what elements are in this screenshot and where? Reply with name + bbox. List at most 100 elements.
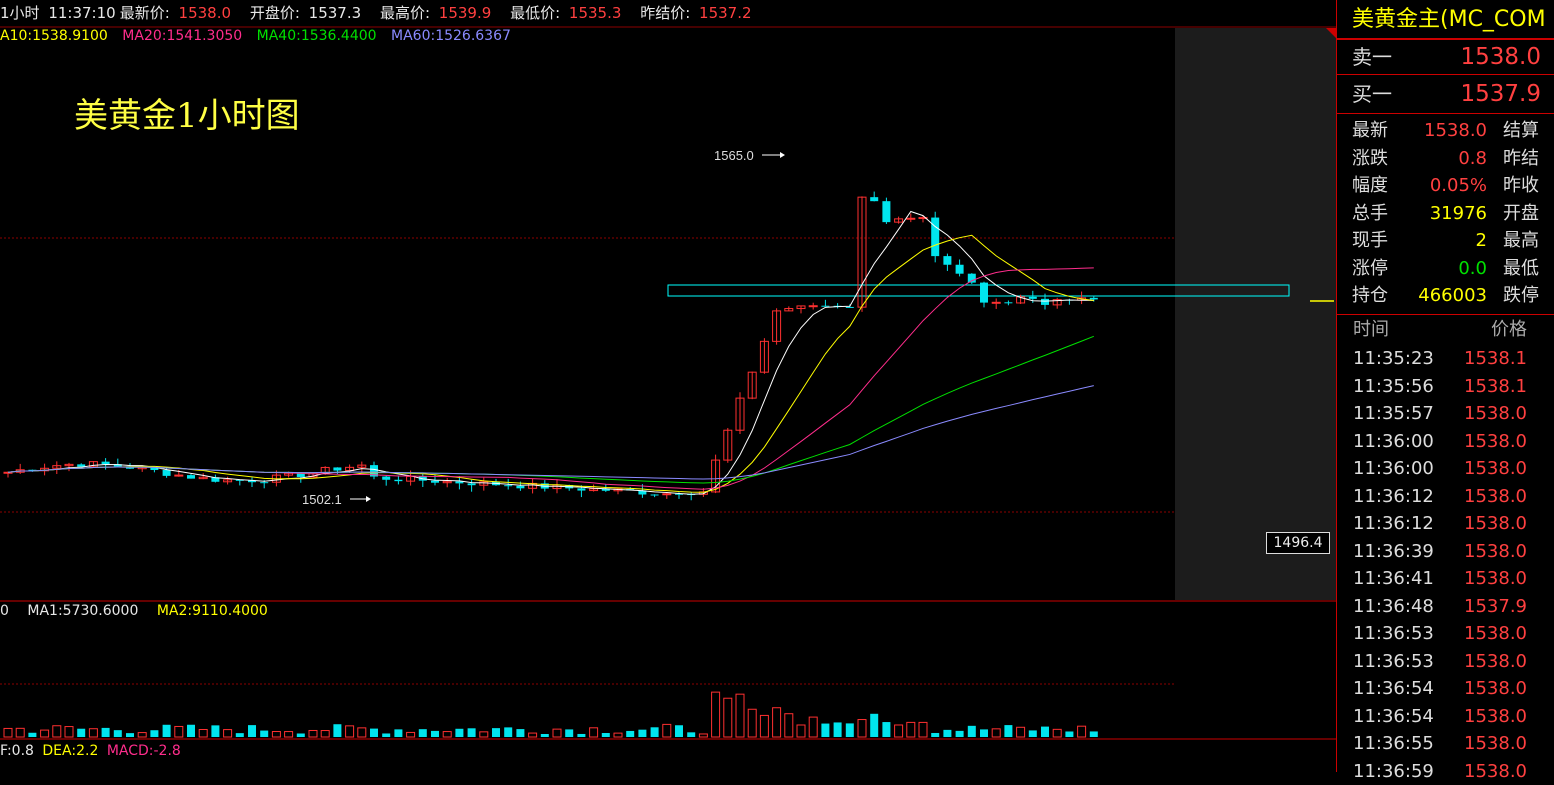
candle-body — [956, 265, 964, 274]
volume-bar — [1017, 727, 1025, 737]
candle-body — [1090, 298, 1098, 300]
tick-price: 1538.0 — [1464, 400, 1527, 428]
volume-bar — [931, 733, 939, 737]
volume-bar — [907, 722, 915, 737]
volume-bar — [943, 730, 951, 737]
tick-row[interactable]: 11:36:121538.0 — [1337, 510, 1554, 538]
volume-bar — [748, 709, 756, 737]
sell-one-value: 1538.0 — [1461, 40, 1541, 74]
tick-price: 1538.1 — [1464, 373, 1527, 401]
candle-body — [663, 494, 671, 495]
tick-row[interactable]: 11:35:57 1538.0 — [1337, 400, 1554, 428]
volume-bar — [1065, 731, 1073, 737]
quote-panel: 美黄金主(MC_COM 卖一 1538.0 买一 1537.9 最新1538.0… — [1336, 0, 1554, 772]
tick-row[interactable]: 11:36:391538.0 — [1337, 538, 1554, 566]
tick-row[interactable]: 11:36:541538.0 — [1337, 703, 1554, 731]
volume-bar — [468, 728, 476, 737]
buy-one-label: 买一 — [1352, 77, 1392, 111]
buy-one-row[interactable]: 买一 1537.9 — [1337, 77, 1554, 111]
volume-bar — [114, 730, 122, 737]
candle-body — [931, 218, 939, 257]
stat-row: 最新1538.0结算 — [1337, 117, 1554, 144]
stat-label-2: 昨结 — [1503, 145, 1539, 172]
divider — [1337, 113, 1554, 114]
candle-body — [431, 481, 439, 483]
stat-label: 涨跌 — [1352, 145, 1388, 172]
tick-row[interactable]: 11:36:591538.0 — [1337, 758, 1554, 785]
tick-time: 11:35:57 — [1353, 400, 1434, 428]
candle-body — [907, 218, 915, 219]
ma40-line — [8, 336, 1094, 483]
candle-body — [1004, 302, 1012, 303]
tick-row[interactable]: 11:36:551538.0 — [1337, 730, 1554, 758]
volume-bar — [590, 728, 598, 737]
tick-row[interactable]: 11:36:001538.0 — [1337, 428, 1554, 456]
volume-bar — [358, 728, 366, 737]
stat-row: 总手31976开盘 — [1337, 200, 1554, 227]
tick-row[interactable]: 11:36:411538.0 — [1337, 565, 1554, 593]
stat-row: 涨停0.0最低 — [1337, 255, 1554, 282]
tick-row[interactable]: 11:35:23 1538.1 — [1337, 345, 1554, 373]
stat-row: 涨跌 0.8 昨结 — [1337, 145, 1554, 172]
volume-bar — [1053, 729, 1061, 737]
tick-time: 11:36:59 — [1353, 758, 1434, 785]
tick-row[interactable]: 11:36:531538.0 — [1337, 648, 1554, 676]
tick-time: 11:35:23 — [1353, 345, 1434, 373]
volume-bar — [65, 727, 73, 737]
tick-price: 1538.0 — [1464, 510, 1527, 538]
candle-body — [468, 483, 476, 485]
volume-bar — [651, 727, 659, 737]
stat-label: 幅度 — [1352, 172, 1388, 199]
candle-body — [821, 306, 829, 307]
volume-bar — [846, 723, 854, 737]
candle-body — [163, 470, 171, 476]
tick-time-header: 时间 — [1353, 316, 1389, 344]
volume-bar — [138, 733, 146, 737]
volume-bar — [455, 729, 463, 737]
tick-row[interactable]: 11:36:531538.0 — [1337, 620, 1554, 648]
volume-bar — [736, 694, 744, 737]
candle-body — [809, 306, 817, 307]
low-arrow-head — [366, 496, 371, 502]
ma10-line — [8, 235, 1094, 492]
candle-body — [882, 201, 890, 222]
volume-bar — [577, 734, 585, 737]
stat-row: 现手2最高 — [1337, 227, 1554, 254]
volume-bar — [870, 714, 878, 737]
candle-body — [1041, 299, 1049, 305]
volume-bar — [77, 729, 85, 737]
candle-body — [992, 302, 1000, 303]
volume-bar — [809, 717, 817, 737]
tick-price: 1538.1 — [1464, 345, 1527, 373]
stat-value: 466003 — [1418, 282, 1487, 309]
volume-bar — [187, 725, 195, 737]
macd-dea: DEA:2.2 — [42, 743, 98, 759]
instrument-title[interactable]: 美黄金主(MC_COM — [1337, 0, 1554, 40]
tick-row[interactable]: 11:36:121538.0 — [1337, 483, 1554, 511]
candle-body — [577, 488, 585, 490]
tick-row[interactable]: 11:35:561538.1 — [1337, 373, 1554, 401]
stat-label-2: 结算 — [1503, 117, 1539, 144]
volume-bar — [638, 730, 646, 737]
volume-bar — [4, 728, 12, 737]
tick-row[interactable]: 11:36:541538.0 — [1337, 675, 1554, 703]
sell-one-row[interactable]: 卖一 1538.0 — [1337, 40, 1554, 74]
volume-bar — [41, 730, 49, 737]
volume-bar — [504, 727, 512, 737]
volume-bar — [309, 730, 317, 737]
tick-price: 1538.0 — [1464, 455, 1527, 483]
tick-time: 11:36:48 — [1353, 593, 1434, 621]
ma60-line — [8, 386, 1094, 479]
volume-bar — [1029, 730, 1037, 737]
volume-bar — [492, 728, 500, 737]
tick-time: 11:36:53 — [1353, 648, 1434, 676]
volume-bar — [443, 732, 451, 737]
tick-row[interactable]: 11:36:481537.9 — [1337, 593, 1554, 621]
stat-value: 0.8 — [1458, 145, 1487, 172]
volume-bar — [895, 725, 903, 737]
volume-bar — [370, 729, 378, 737]
tick-time: 11:36:39 — [1353, 538, 1434, 566]
volume-bar — [614, 733, 622, 737]
tick-row[interactable]: 11:36:001538.0 — [1337, 455, 1554, 483]
high-annotation: 1565.0 — [714, 148, 754, 163]
